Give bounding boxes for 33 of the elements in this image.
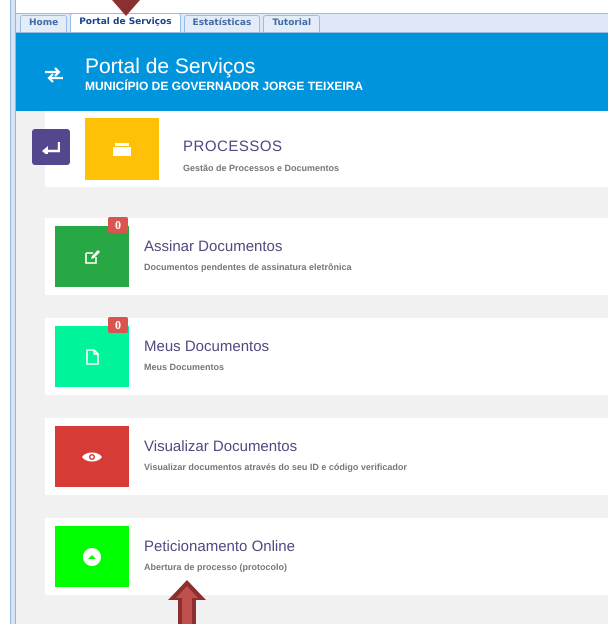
eye-icon: [82, 450, 102, 462]
portal-title: Portal de Serviços: [85, 55, 256, 79]
service-title: Peticionamento Online: [144, 538, 295, 555]
edit-icon: [84, 248, 100, 264]
service-title: Visualizar Documentos: [144, 438, 298, 455]
document-icon: [86, 348, 98, 364]
service-title: Meus Documentos: [144, 338, 270, 355]
upload-circle-icon: [83, 548, 101, 566]
swap-arrows-icon[interactable]: [45, 67, 63, 83]
municipality-name: MUNICÍPIO DE GOVERNADOR JORGE TEIXEIRA: [85, 79, 364, 93]
tab[interactable]: Home: [20, 15, 68, 32]
service-description: Visualizar documentos através do seu ID e código verificador: [144, 461, 407, 474]
folder-tile[interactable]: [85, 118, 159, 180]
tab[interactable]: Tutorial: [263, 15, 320, 32]
section-subtitle: Gestão de Processos e Documentos: [183, 162, 340, 175]
service-card[interactable]: 0 Assinar Documentos Documentos pendentes de assinatura eletrônica: [45, 218, 608, 295]
service-description: Abertura de processo (protocolo): [144, 561, 288, 574]
tab[interactable]: Portal de Serviços: [70, 13, 181, 32]
service-title: Assinar Documentos: [144, 238, 284, 255]
pointer-arrow: [112, 0, 140, 16]
back-button[interactable]: [32, 129, 70, 165]
tab[interactable]: Estatísticas: [184, 15, 260, 32]
service-card[interactable]: Peticionamento Online Abertura de processo (protocolo): [45, 518, 608, 595]
service-description: Meus Documentos: [144, 361, 226, 374]
pointer-arrow: [168, 580, 206, 624]
service-card[interactable]: Visualizar Documentos Visualizar documentos através do seu ID e código verificador: [45, 418, 608, 495]
section-title: PROCESSOS: [183, 138, 284, 155]
return-arrow-icon: [42, 140, 60, 154]
count-badge: 0: [108, 317, 128, 333]
folder-icon: [113, 142, 131, 156]
service-description: Documentos pendentes de assinatura eletrônica: [144, 261, 352, 274]
count-badge: 0: [108, 217, 128, 233]
service-card[interactable]: 0 Meus Documentos Meus Documentos: [45, 318, 608, 395]
